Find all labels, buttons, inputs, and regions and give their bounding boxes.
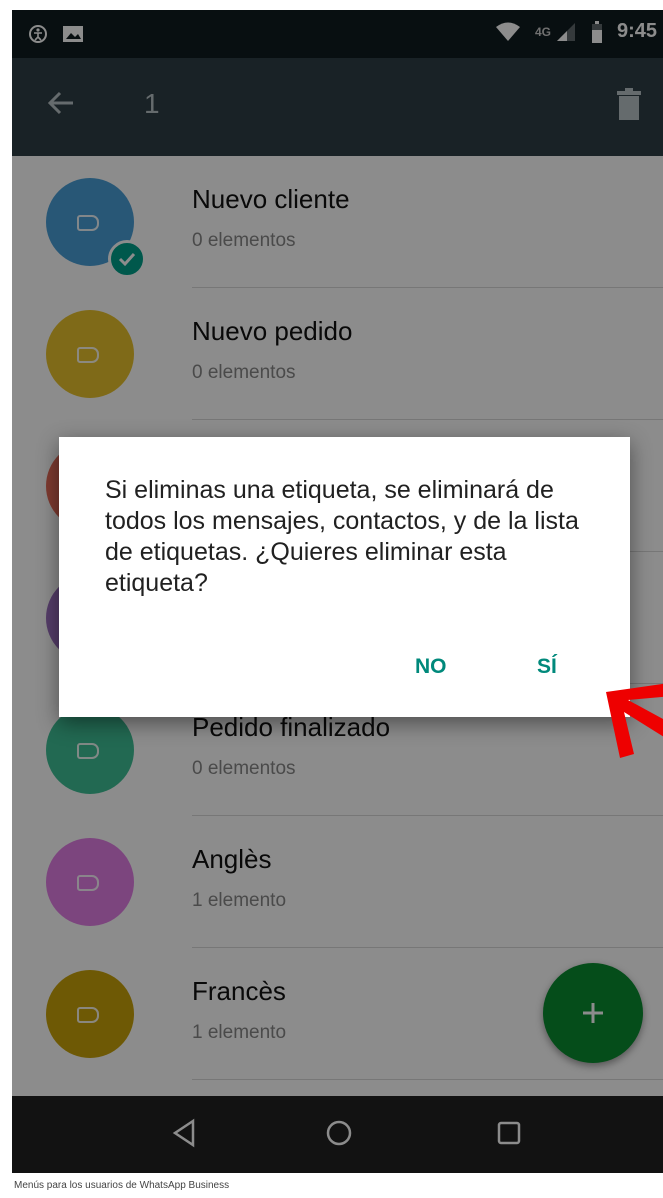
no-button[interactable]: NO	[415, 655, 447, 679]
image-caption: Menús para los usuarios de WhatsApp Busi…	[12, 1173, 663, 1198]
yes-button[interactable]: SÍ	[537, 655, 557, 679]
delete-label-dialog: Si eliminas una etiqueta, se eliminará d…	[59, 437, 630, 717]
red-arrow-annotation	[606, 683, 663, 758]
dialog-message: Si eliminas una etiqueta, se eliminará d…	[105, 476, 579, 597]
phone-screen: 4G 9:45 1 Nuevo cliente 0 elementos Nuev…	[12, 10, 663, 1173]
